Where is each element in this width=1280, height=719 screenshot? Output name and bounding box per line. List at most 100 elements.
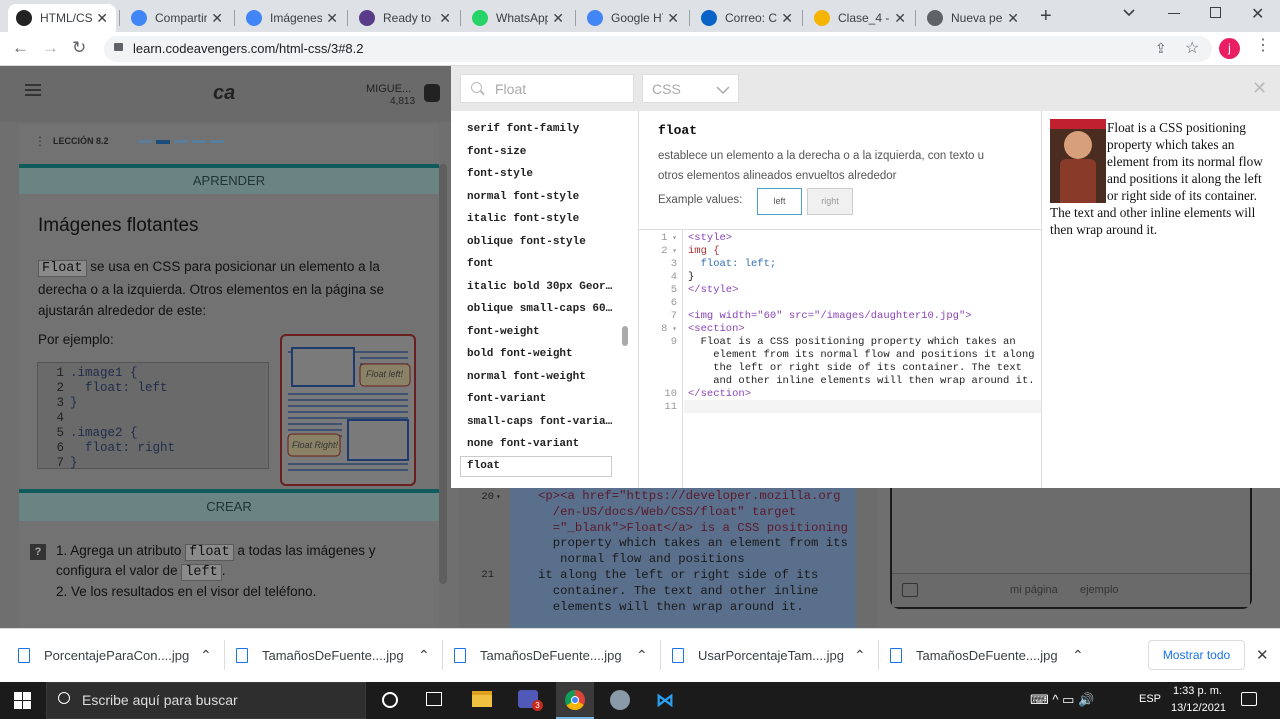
lesson-scrollbar[interactable] [439,164,447,584]
property-list-item[interactable]: float [460,455,612,477]
task-view-icon[interactable] [426,692,442,706]
tab-9[interactable]: Nueva pes ✕ [919,4,1027,32]
chevron-up-icon[interactable]: ⌃ [854,647,866,664]
value-right-button[interactable]: right [807,188,853,215]
minimize-icon[interactable] [1168,13,1180,14]
new-tab-button[interactable]: + [1040,4,1052,28]
user-avatar-icon[interactable] [424,84,440,102]
fold-icon[interactable]: ▾ [667,325,677,334]
code-lines[interactable]: <style> img { float: left;} </style> <img w… [688,232,1038,414]
property-list-item[interactable]: normal font-style [451,186,638,209]
tab-close-icon[interactable]: ✕ [777,10,793,27]
language-indicator[interactable]: ESP [1139,693,1161,705]
property-list-item[interactable]: none font-variant [451,433,638,456]
value-left-button[interactable]: left [757,188,802,215]
close-window-icon[interactable]: ✕ [1251,4,1264,24]
example-line-text: } [70,395,78,410]
bookmark-star-icon[interactable]: ☆ [1185,38,1199,58]
tab-7[interactable]: Correo: CA✕ [693,4,801,32]
download-item[interactable]: TamañosDeFuente....jpg ⌃ [454,628,654,682]
vscode-icon[interactable]: ⋈ [656,690,676,710]
forward-icon[interactable]: → [42,38,59,58]
property-list-item[interactable]: font-style [451,163,638,186]
property-list-item[interactable]: oblique small-caps 60… [451,298,638,321]
book-icon[interactable] [902,583,918,597]
tab-separator [460,10,461,26]
editor-code-lines[interactable]: <p><a href="https://developer.mozilla.or… [538,489,854,615]
code-line: Float is a CSS positioning property whic… [688,336,1016,348]
download-item[interactable]: PorcentajeParaCon....jpg ⌃ [18,628,218,682]
property-list-item[interactable]: oblique font-style [451,231,638,254]
close-download-bar-icon[interactable]: ✕ [1256,646,1269,664]
chevron-up-icon[interactable]: ⌃ [418,647,430,664]
download-item[interactable]: UsarPorcentajeTam....jpg ⌃ [672,628,872,682]
download-item[interactable]: TamañosDeFuente....jpg ⌃ [236,628,436,682]
app-icon-5[interactable] [610,690,630,710]
tab-close-icon[interactable]: ✕ [548,10,564,27]
clock-date[interactable]: 13/12/2021 [1171,702,1226,714]
share-icon[interactable]: ⇪ [1155,40,1167,57]
property-list-item[interactable]: font-variant [451,388,638,411]
restore-icon[interactable] [1210,7,1221,18]
phone-tab-ejemplo[interactable]: ejemplo [1080,584,1119,596]
fold-icon[interactable]: ▾ [667,234,677,243]
action-center-icon[interactable] [1241,692,1257,706]
cortana-icon[interactable] [382,692,398,708]
menu-kebab-icon[interactable]: ⋮ [1255,38,1271,54]
property-list-item[interactable]: italic bold 30px Geor… [451,276,638,299]
property-list-item[interactable]: font-size [451,141,638,164]
clock-time[interactable]: 1:33 p. m. [1173,685,1222,697]
codeavengers-logo[interactable]: ca [213,82,235,105]
tab-2[interactable]: Compartir ✕ [123,4,231,32]
tab-4[interactable]: Ready to c ✕ [351,4,459,32]
chevron-up-icon[interactable]: ⌃ [200,647,212,664]
fold-icon[interactable]: ▾ [667,247,677,256]
search-box[interactable]: Float [460,74,634,103]
lesson-drag-icon[interactable]: ⋮ [34,134,46,148]
tab-close-icon[interactable]: ✕ [1003,10,1019,27]
profile-avatar[interactable]: j [1219,38,1240,59]
close-modal-icon[interactable]: ✕ [1252,78,1267,99]
tab-6[interactable]: Google HT✕ [579,4,687,32]
property-list-item[interactable]: font [451,253,638,276]
tab-3[interactable]: Imágenes ✕ [238,4,346,32]
tab-close-icon[interactable]: ✕ [322,10,338,27]
tab-close-icon[interactable]: ✕ [207,10,223,27]
tab-search-chevron-icon[interactable] [1122,6,1136,20]
windows-start-icon[interactable] [14,692,31,709]
url-text[interactable]: learn.codeavengers.com/html-css/3#8.2 [133,41,364,56]
phone-tab-mi-pagina[interactable]: mi página [1010,584,1058,596]
example-code-editor[interactable]: 1 ▾ 2 ▾ 3 4 5 6 7 8 ▾ 9 10 11 <style> img { … [639,229,1041,488]
tab-1[interactable]: HTML/CSS✕ [8,4,116,32]
lesson-progress [138,140,228,144]
taskbar-search-input[interactable]: Escribe aquí para buscar [82,692,238,708]
download-item[interactable]: TamañosDeFuente....jpg ⌃ [890,628,1090,682]
property-list-item[interactable]: bold font-weight [451,343,638,366]
tab-close-icon[interactable]: ✕ [663,10,679,27]
list-scrollbar[interactable] [622,326,628,346]
tab-5[interactable]: WhatsApp ✕ [464,4,572,32]
property-list-item[interactable]: italic font-style [451,208,638,231]
task-help-icon[interactable]: ? [30,544,46,560]
tab-8[interactable]: Clase_4 - C✕ [806,4,914,32]
tab-close-icon[interactable]: ✕ [92,10,108,27]
tab-title: Compartir [155,11,207,25]
property-list-item[interactable]: small-caps font-varia… [451,411,638,434]
hamburger-icon[interactable] [25,84,41,96]
file-explorer-icon[interactable] [472,691,492,707]
property-list-item[interactable]: serif font-family [451,118,638,141]
category-select[interactable]: CSS [642,74,739,103]
property-list-item[interactable]: normal font-weight [451,366,638,389]
show-all-button[interactable]: Mostrar todo [1148,640,1245,670]
editor-fold-icon[interactable]: ▾ [496,492,501,502]
property-list-item[interactable]: font-weight [451,321,638,344]
chevron-up-icon[interactable]: ⌃ [636,647,648,664]
back-icon[interactable]: ← [12,38,29,58]
search-input[interactable]: Float [495,81,526,97]
user-name[interactable]: MIGUE... [366,83,411,95]
tab-close-icon[interactable]: ✕ [890,10,906,27]
chevron-up-icon[interactable]: ⌃ [1072,647,1084,664]
notification-tray-icons[interactable]: ⌨ ^ ▭ 🔊 [1030,692,1094,708]
tab-close-icon[interactable]: ✕ [435,10,451,27]
reload-icon[interactable]: ↻ [72,38,86,58]
